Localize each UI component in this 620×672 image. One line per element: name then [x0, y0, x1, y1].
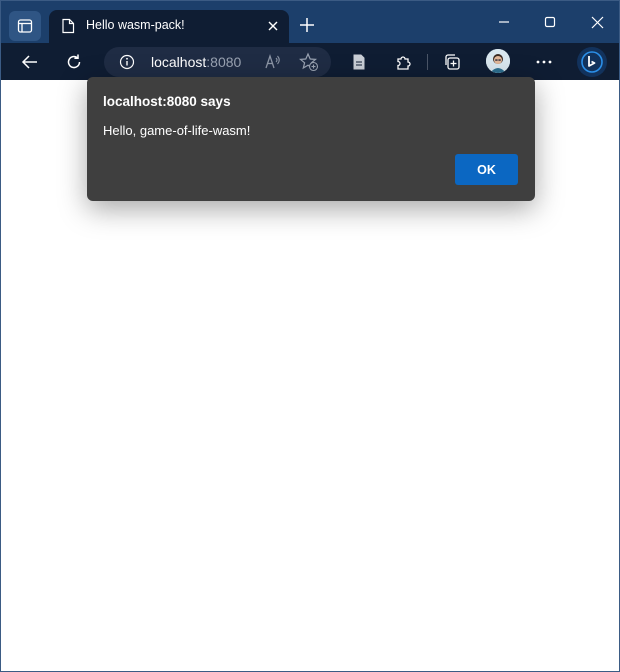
url-host: localhost [151, 54, 207, 70]
browser-toolbar: localhost:8080 [1, 43, 619, 80]
profile-avatar[interactable] [486, 49, 510, 73]
dialog-message: Hello, game-of-life-wasm! [103, 123, 251, 138]
maximize-icon [544, 16, 556, 28]
bing-copilot-button[interactable] [577, 47, 607, 77]
tab-actions-icon [17, 19, 33, 33]
document-icon [353, 54, 365, 70]
extensions-button[interactable] [390, 49, 416, 75]
back-icon [21, 55, 37, 69]
active-tab[interactable]: Hello wasm-pack! [49, 10, 289, 43]
collections-button[interactable] [439, 49, 465, 75]
more-icon [536, 60, 552, 64]
more-button[interactable] [531, 49, 557, 75]
browser-window: Hello wasm-pack! localhost:8080 localhos… [0, 0, 620, 672]
add-favorite-button[interactable] [298, 52, 319, 72]
tab-title: Hello wasm-pack! [86, 18, 185, 32]
ok-button[interactable]: OK [455, 154, 518, 185]
extensions-icon [397, 56, 411, 70]
read-aloud-icon [265, 53, 280, 69]
collections-icon [445, 54, 460, 70]
plus-icon [300, 18, 314, 32]
page-icon [61, 18, 75, 37]
url-text[interactable]: localhost:8080 [151, 54, 241, 70]
maximize-button[interactable] [541, 13, 559, 31]
window-close-button[interactable] [588, 13, 606, 31]
minimize-button[interactable] [495, 13, 513, 31]
back-button[interactable] [17, 49, 43, 75]
url-port: :8080 [206, 54, 242, 70]
add-favorite-icon [298, 52, 319, 72]
close-icon [268, 21, 278, 31]
minimize-icon [499, 21, 509, 23]
toolbar-divider [427, 54, 428, 70]
tab-close-button[interactable] [265, 18, 281, 34]
tab-actions-button[interactable] [9, 11, 41, 41]
bing-copilot-icon [581, 51, 603, 73]
title-bar: Hello wasm-pack! [1, 1, 619, 43]
address-bar[interactable]: localhost:8080 [104, 47, 331, 77]
info-icon[interactable] [119, 54, 135, 75]
split-screen-button[interactable] [346, 49, 372, 75]
read-aloud-button[interactable] [264, 53, 282, 71]
alert-dialog: localhost:8080 says Hello, game-of-life-… [87, 77, 535, 201]
new-tab-button[interactable] [297, 15, 317, 35]
avatar-icon [486, 49, 510, 73]
refresh-button[interactable] [61, 49, 87, 75]
close-icon [591, 16, 603, 28]
dialog-title: localhost:8080 says [103, 94, 231, 109]
refresh-icon [67, 54, 81, 69]
